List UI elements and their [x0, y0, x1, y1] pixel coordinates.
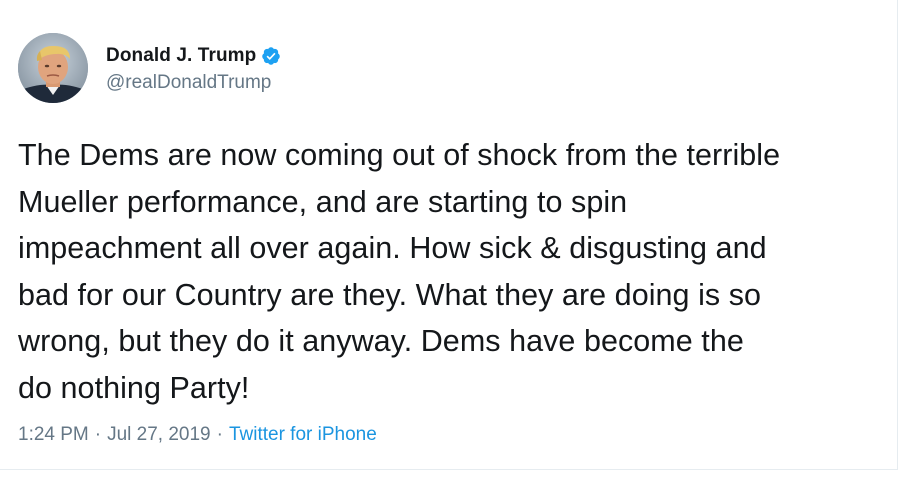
tweet-header: Donald J. Trump @realDonaldTrump: [18, 33, 281, 103]
meta-separator: ·: [216, 424, 223, 445]
profile-photo-icon: [18, 33, 88, 103]
tweet-meta: 1:24 PM · Jul 27, 2019 · Twitter for iPh…: [18, 424, 377, 446]
meta-separator: ·: [94, 424, 102, 445]
tweet-card: Donald J. Trump @realDonaldTrump The Dem…: [0, 0, 898, 470]
display-name[interactable]: Donald J. Trump: [106, 45, 256, 67]
handle[interactable]: @realDonaldTrump: [106, 72, 281, 94]
verified-badge-icon: [261, 46, 281, 66]
name-row: Donald J. Trump: [106, 43, 281, 69]
avatar[interactable]: [18, 33, 88, 103]
tweet-time[interactable]: 1:24 PM: [18, 424, 89, 446]
tweet-source-link[interactable]: Twitter for iPhone: [229, 424, 377, 446]
author-identity: Donald J. Trump @realDonaldTrump: [106, 43, 281, 94]
tweet-text: The Dems are now coming out of shock fro…: [18, 138, 781, 405]
tweet-date[interactable]: Jul 27, 2019: [107, 424, 211, 446]
